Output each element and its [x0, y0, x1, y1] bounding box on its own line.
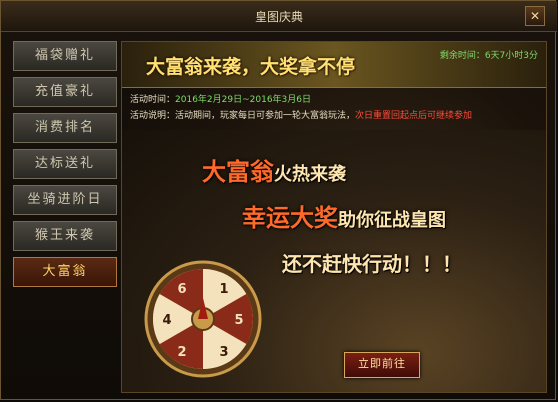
title-bar: 皇图庆典 ✕	[1, 1, 557, 32]
event-window: 皇图庆典 ✕ 福袋赠礼 充值豪礼 消费排名 达标送礼 坐骑进阶日 猴王来袭 大富…	[0, 0, 557, 400]
window-title: 皇图庆典	[254, 10, 303, 24]
nav-item-lucky-bag[interactable]: 福袋赠礼	[13, 41, 117, 71]
slogan-line-1: 大富翁火热来袭	[202, 152, 346, 187]
event-time-label: 活动时间：	[130, 95, 176, 105]
content-panel: 大富翁来袭，大奖拿不停 剩余时间：6天7小时3分 活动时间：2016年2月29日…	[121, 41, 547, 393]
wheel-number: 2	[177, 345, 186, 360]
nav-item-monopoly[interactable]: 大富翁	[13, 257, 117, 287]
slogan-line-2: 幸运大奖助你征战皇图	[242, 198, 446, 233]
wheel-number: 5	[234, 313, 243, 328]
slogan-line-3: 还不赶快行动！！！	[282, 252, 462, 276]
lucky-wheel-icon: 1 5 3 2 4 6	[144, 260, 262, 378]
event-desc-row: 活动说明：活动期间，玩家每日可参加一轮大富翁玩法，次日重置回起点后可继续参加	[130, 108, 472, 121]
sidebar-nav: 福袋赠礼 充值豪礼 消费排名 达标送礼 坐骑进阶日 猴王来袭 大富翁	[13, 41, 117, 293]
close-button[interactable]: ✕	[525, 6, 545, 26]
remaining-time: 剩余时间：6天7小时3分	[439, 51, 538, 61]
wheel-number: 4	[162, 313, 171, 328]
slogan-1-rest: 火热来袭	[274, 164, 346, 185]
promo-scene: 大富翁火热来袭 幸运大奖助你征战皇图 还不赶快行动！！！ 1 5 3 2 4 6…	[122, 130, 546, 392]
nav-item-milestone-gift[interactable]: 达标送礼	[13, 149, 117, 179]
event-desc-red: 次日重置回起点后可继续参加	[355, 111, 473, 121]
nav-item-monkey-king[interactable]: 猴王来袭	[13, 221, 117, 251]
event-time-value: 2016年2月29日~2016年3月6日	[175, 95, 311, 105]
slogan-2-rest: 助你征战皇图	[338, 210, 446, 231]
wheel-number: 1	[219, 282, 228, 297]
event-desc-text: 活动期间，玩家每日可参加一轮大富翁玩法，	[175, 111, 356, 121]
slogan-1-highlight: 大富翁	[202, 158, 274, 186]
nav-item-spending-rank[interactable]: 消费排名	[13, 113, 117, 143]
nav-item-recharge-gift[interactable]: 充值豪礼	[13, 77, 117, 107]
wheel-number: 3	[219, 345, 228, 360]
event-time-row: 活动时间：2016年2月29日~2016年3月6日	[130, 92, 311, 105]
nav-item-mount-advance[interactable]: 坐骑进阶日	[13, 185, 117, 215]
event-banner: 大富翁来袭，大奖拿不停 剩余时间：6天7小时3分	[122, 42, 546, 88]
banner-title: 大富翁来袭，大奖拿不停	[146, 56, 356, 78]
event-desc-label: 活动说明：	[130, 111, 176, 121]
slogan-2-highlight: 幸运大奖	[242, 204, 338, 232]
wheel-number: 6	[177, 282, 186, 297]
go-now-button[interactable]: 立即前往	[344, 352, 420, 378]
